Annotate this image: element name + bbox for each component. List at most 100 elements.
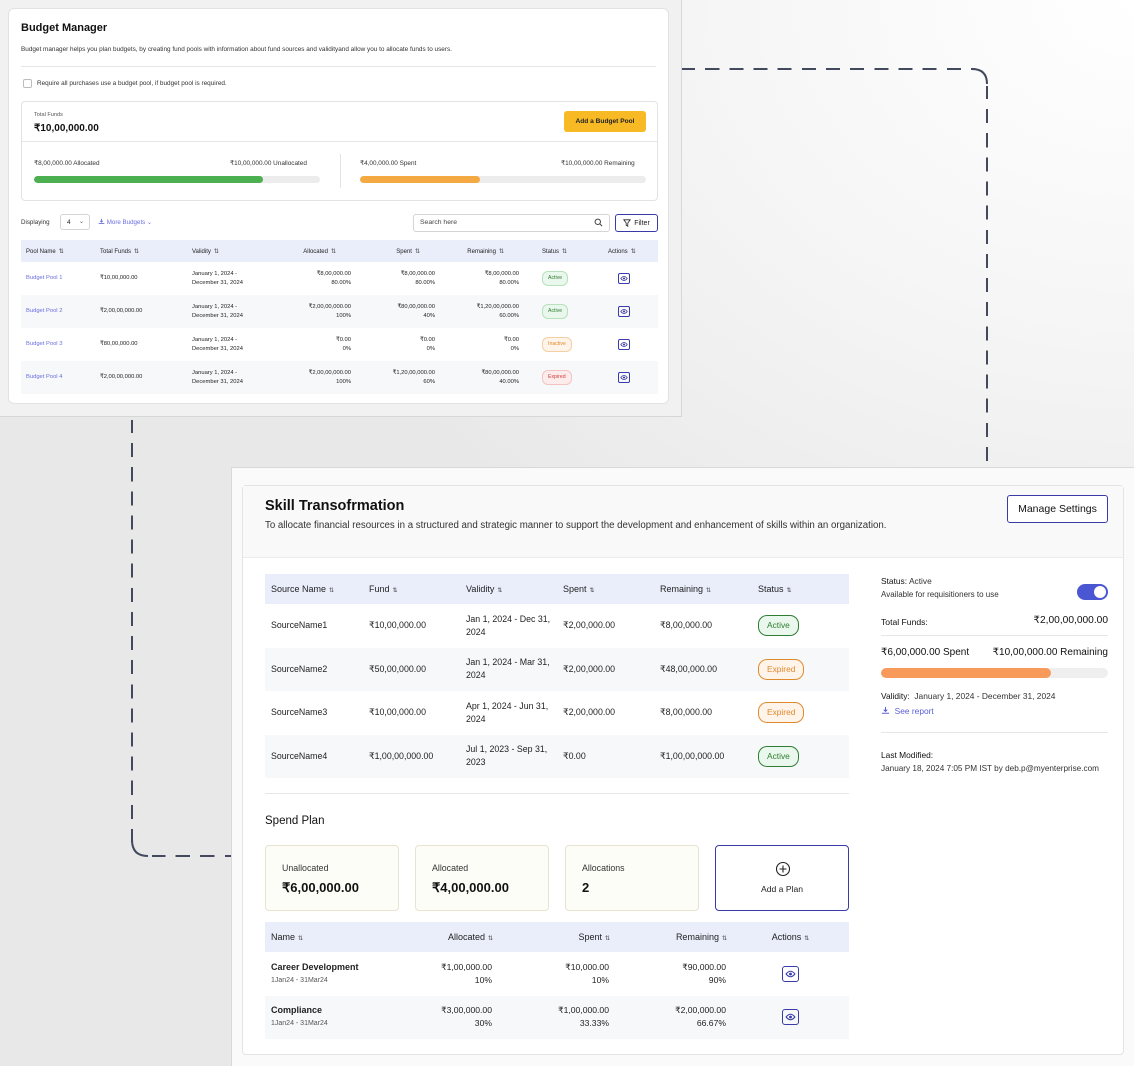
status-label: Status: (881, 576, 908, 586)
pool-name-link[interactable]: Budget Pool 1 (21, 262, 95, 295)
allocated-cell: ₹1,00,000.00 10% (400, 952, 498, 996)
remaining-amount: ₹80,00,000.00 (481, 369, 519, 376)
pool-name-link[interactable]: Budget Pool 2 (21, 295, 95, 328)
divider (881, 732, 1108, 733)
validity-from: January 1, 2024 - (192, 270, 238, 277)
budget-manager-card: Budget Manager Budget manager helps you … (8, 8, 669, 404)
column-header[interactable]: Remaining ⇅ (654, 574, 752, 604)
pool-name-link[interactable]: Budget Pool 4 (21, 361, 95, 394)
column-header[interactable]: Remaining ⇅ (440, 240, 524, 262)
manage-settings-button[interactable]: Manage Settings (1007, 495, 1108, 523)
column-header[interactable]: Allocated ⇅ (277, 240, 356, 262)
status-cell: Active (752, 734, 849, 778)
column-header[interactable]: Total Funds ⇅ (95, 240, 187, 262)
view-button[interactable] (782, 1009, 799, 1026)
spent-cell: ₹1,00,000.00 33.33% (498, 995, 615, 1039)
actions-cell (732, 995, 849, 1039)
status-line: Status: Active (881, 576, 932, 586)
fund-sources-table: Source Name ⇅ Fund ⇅ Validity ⇅ Spent ⇅ Rema… (265, 574, 849, 778)
column-header[interactable]: Spent ⇅ (356, 240, 440, 262)
divider (21, 66, 656, 67)
allocated-percent: 100% (336, 312, 351, 319)
eye-icon (785, 1013, 796, 1021)
validity-line: 2024 (466, 626, 486, 637)
source-name-cell: SourceName4 (265, 734, 363, 778)
add-budget-pool-button[interactable]: Add a Budget Pool (564, 111, 646, 132)
column-label: Allocated (447, 932, 485, 942)
remaining-amount: ₹1,20,00,000.00 (476, 303, 519, 310)
column-header[interactable]: Allocated ⇅ (400, 922, 498, 952)
view-button[interactable] (618, 338, 630, 350)
filter-icon (623, 219, 632, 227)
divider (881, 635, 1108, 636)
status-badge: Expired (758, 658, 805, 680)
availability-toggle[interactable] (1077, 584, 1108, 600)
column-header[interactable]: Pool Name ⇅ (21, 240, 95, 262)
allocated-progress-fill (34, 176, 263, 183)
source-name-cell: SourceName2 (265, 647, 363, 691)
column-label: Remaining (675, 932, 719, 942)
view-button[interactable] (618, 371, 630, 383)
status-cell: Expired (752, 691, 849, 735)
column-label: Remaining (467, 248, 496, 255)
availability-text: Available for requisitioners to use (881, 590, 999, 599)
sort-icon: ⇅ (589, 588, 595, 594)
spent-text: ₹6,00,000.00 Spent (881, 647, 970, 658)
column-label: Total Funds (100, 248, 132, 255)
pool-name-link[interactable]: Budget Pool 3 (21, 328, 95, 361)
fund-cell: ₹1,00,00,000.00 (363, 734, 460, 778)
allocated-percent: 80.00% (331, 279, 351, 286)
remaining-text: ₹10,00,000.00 Remaining (992, 647, 1108, 658)
see-report-link[interactable]: See report (881, 706, 934, 716)
more-budgets-button[interactable]: More Budgets ⌄ (98, 218, 152, 226)
column-label: Status (758, 584, 784, 594)
page-description: Budget manager helps you plan budgets, b… (21, 46, 452, 53)
column-header[interactable]: Status ⇅ (524, 240, 594, 262)
column-header[interactable]: Actions ⇅ (594, 240, 658, 262)
search-input[interactable]: Search here (413, 214, 610, 232)
allocated-percent: 100% (336, 378, 351, 385)
view-button[interactable] (618, 305, 630, 317)
sort-icon: ⇅ (58, 248, 64, 255)
table-row: Career Development 1Jan24 - 31Mar24 ₹1,00… (265, 952, 849, 996)
status-cell: Active (524, 295, 594, 328)
filter-button[interactable]: Filter (615, 214, 658, 232)
column-header[interactable]: Actions ⇅ (732, 922, 849, 952)
validity-line: Validity: January 1, 2024 - December 31,… (881, 691, 1055, 701)
sort-icon: ⇅ (498, 248, 504, 255)
last-modified-label: Last Modified: (881, 750, 934, 760)
plus-circle-icon (775, 861, 791, 877)
column-header[interactable]: Validity ⇅ (187, 240, 277, 262)
column-header[interactable]: Name ⇅ (265, 922, 400, 952)
displaying-select[interactable]: 4 ⌄ (60, 214, 90, 230)
status-badge: Active (758, 745, 799, 767)
require-pool-checkbox[interactable] (23, 79, 32, 88)
spent-progress-fill (881, 668, 1052, 678)
view-button[interactable] (618, 272, 630, 284)
column-header[interactable]: Validity ⇅ (460, 574, 557, 604)
fund-cell: ₹10,00,000.00 (369, 707, 426, 718)
status-cell: Active (752, 604, 849, 648)
view-button[interactable] (782, 965, 799, 982)
add-plan-button[interactable]: Add a Plan (715, 845, 849, 911)
plan-dates: 1Jan24 - 31Mar24 (271, 1020, 328, 1028)
connector-bottom-left-curve (131, 839, 149, 857)
source-name-cell: SourceName3 (271, 707, 328, 718)
sort-icon: ⇅ (392, 588, 398, 594)
status-badge: Active (542, 271, 569, 286)
download-icon (98, 218, 105, 225)
column-header[interactable]: Spent ⇅ (557, 574, 654, 604)
column-header[interactable]: Fund ⇅ (363, 574, 460, 604)
allocated-amount: ₹8,00,000.00 (316, 270, 351, 277)
total-funds-cell: ₹2,00,00,000.00 (95, 361, 187, 394)
spent-cell: ₹0.00 0% (356, 328, 440, 361)
require-pool-label: Require all purchases use a budget pool,… (37, 80, 227, 87)
column-header[interactable]: Spent ⇅ (498, 922, 615, 952)
column-header[interactable]: Remaining ⇅ (615, 922, 732, 952)
sort-icon: ⇅ (721, 936, 727, 942)
status-badge: Active (542, 304, 569, 319)
column-header[interactable]: Status ⇅ (752, 574, 849, 604)
sort-icon: ⇅ (329, 588, 335, 594)
column-header[interactable]: Source Name ⇅ (265, 574, 363, 604)
spent-percent: 60% (423, 378, 435, 385)
